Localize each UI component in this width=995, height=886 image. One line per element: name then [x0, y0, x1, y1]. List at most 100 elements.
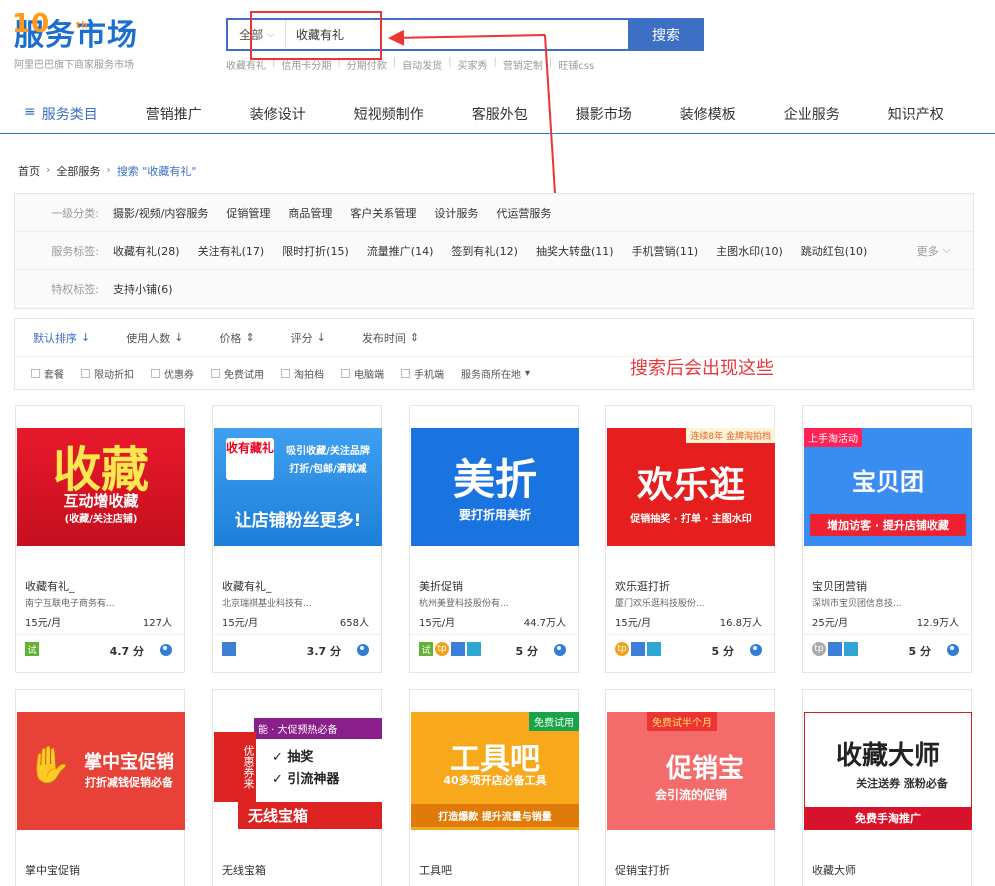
nav-item[interactable]: 客服外包: [472, 104, 528, 124]
service-card[interactable]: 收有藏礼 吸引收藏/关注品牌 打折/包邮/满就减 让店铺粉丝更多! 收藏有礼_ 北京瑞祺基…: [212, 405, 382, 673]
service-title[interactable]: 收藏大师: [812, 862, 856, 878]
service-banner-image[interactable]: 免费试半个月 促销宝 会引流的促销: [607, 712, 775, 830]
service-card[interactable]: 连续8年 金牌淘拍档 欢乐逛 促销抽奖 · 打单 · 主图水印 欢乐逛打折 厦门欢乐逛科…: [605, 405, 775, 673]
nav-item[interactable]: 企业服务: [784, 104, 840, 124]
service-banner-image[interactable]: 美折 要打折用美折: [411, 428, 579, 546]
filter-option[interactable]: 摄影/视频/内容服务: [113, 205, 208, 221]
sort-option[interactable]: 默认排序 ↓: [33, 330, 90, 346]
service-title[interactable]: 宝贝团营销: [812, 578, 867, 594]
filter-label: 服务标签:: [51, 244, 99, 258]
service-title[interactable]: 收藏有礼_: [25, 578, 75, 594]
hot-word-link[interactable]: 买家秀: [458, 57, 488, 72]
filter-option[interactable]: 流量推广(14): [367, 243, 434, 259]
checkbox-box[interactable]: [401, 369, 410, 378]
filter-option[interactable]: 商品管理: [288, 205, 332, 221]
rating-score: 4.7 分: [109, 645, 144, 658]
filter-checkbox[interactable]: 优惠券: [151, 366, 194, 381]
filter-option[interactable]: 抽奖大转盘(11): [536, 243, 614, 259]
filter-checkbox[interactable]: 手机端: [401, 366, 444, 381]
breadcrumb-home[interactable]: 首页: [18, 163, 40, 179]
sort-option[interactable]: 发布时间 ⇕: [362, 330, 419, 346]
contact-icon[interactable]: [750, 644, 762, 656]
checkbox-box[interactable]: [151, 369, 160, 378]
sort-option[interactable]: 价格 ⇕: [219, 330, 254, 346]
filter-option[interactable]: 代运营服务: [496, 205, 551, 221]
more-tags-button[interactable]: 更多 ⌵: [917, 243, 951, 259]
service-banner-image[interactable]: 能 · 大促预热必备 优惠券来 ✓ 抽奖 ✓ 引流神器 无线宝箱: [214, 712, 382, 830]
nav-item[interactable]: 装修模板: [680, 104, 736, 124]
service-price: 15元/月: [25, 618, 62, 629]
hot-word-link[interactable]: 自动发货: [402, 57, 442, 72]
service-banner-image[interactable]: 连续8年 金牌淘拍档 欢乐逛 促销抽奖 · 打单 · 主图水印: [607, 428, 775, 546]
filter-option[interactable]: 签到有礼(12): [451, 243, 518, 259]
nav-item[interactable]: 营销推广: [146, 104, 202, 124]
filter-option[interactable]: 手机营销(11): [632, 243, 699, 259]
contact-icon[interactable]: [554, 644, 566, 656]
service-card[interactable]: ✋ 掌中宝促销 打折减钱促销必备掌中宝促销: [15, 689, 185, 886]
service-card[interactable]: 能 · 大促预热必备 优惠券来 ✓ 抽奖 ✓ 引流神器 无线宝箱无线宝箱: [212, 689, 382, 886]
hot-word-link[interactable]: 营销定制: [503, 57, 543, 72]
nav-item[interactable]: 知识产权: [888, 104, 944, 124]
breadcrumb-all-services[interactable]: 全部服务: [56, 163, 100, 179]
location-select[interactable]: 服务商所在地 ▾: [461, 366, 530, 381]
sort-option[interactable]: 使用人数 ↓: [126, 330, 183, 346]
checkbox-box[interactable]: [211, 369, 220, 378]
search-button[interactable]: 搜索: [628, 18, 704, 51]
nav-item[interactable]: 短视频制作: [354, 104, 424, 124]
service-banner-image[interactable]: ✋ 掌中宝促销 打折减钱促销必备: [17, 712, 185, 830]
mobile-icon: [647, 642, 661, 656]
service-title[interactable]: 促销宝打折: [615, 862, 670, 878]
contact-icon[interactable]: [357, 644, 369, 656]
checkbox-box[interactable]: [31, 369, 40, 378]
service-card[interactable]: 免费试用 工具吧 40多项开店必备工具 打造爆款 提升流量与销量工具吧: [409, 689, 579, 886]
banner-line: 增加访客 · 提升店铺收藏: [810, 514, 966, 536]
filter-option[interactable]: 跳动红包(10): [801, 243, 868, 259]
contact-icon[interactable]: [947, 644, 959, 656]
banner-tag: 能 · 大促预热必备: [254, 718, 382, 739]
filter-option[interactable]: 客户关系管理: [350, 205, 416, 221]
filter-option[interactable]: 限时打折(15): [282, 243, 349, 259]
service-card[interactable]: 收藏大师 关注送券 涨粉必备 免费手淘推广收藏大师: [802, 689, 972, 886]
service-title[interactable]: 工具吧: [419, 862, 452, 878]
hot-word-link[interactable]: 旺铺css: [558, 57, 594, 72]
filter-option[interactable]: 关注有礼(17): [198, 243, 265, 259]
service-title[interactable]: 美折促销: [419, 578, 463, 594]
nav-item-service-categories[interactable]: ≡ 服务类目: [24, 104, 98, 124]
filter-option[interactable]: 主图水印(10): [716, 243, 783, 259]
site-logo[interactable]: 10 th 服务市场 阿里巴巴旗下商家服务市场: [12, 9, 144, 71]
service-banner-image[interactable]: 收藏 互动增收藏 (收藏/关注店铺): [17, 428, 185, 546]
sort-row: 默认排序 ↓ 使用人数 ↓ 价格 ⇕ 评分 ↓ 发布时间 ⇕: [15, 319, 973, 357]
service-title[interactable]: 欢乐逛打折: [615, 578, 670, 594]
contact-icon[interactable]: [160, 644, 172, 656]
provider-name: 北京瑞祺基业科技有...: [222, 599, 312, 609]
filter-option[interactable]: 设计服务: [434, 205, 478, 221]
checkbox-box[interactable]: [341, 369, 350, 378]
filter-option[interactable]: 支持小铺(6): [113, 281, 173, 297]
service-banner-image[interactable]: 收有藏礼 吸引收藏/关注品牌 打折/包邮/满就减 让店铺粉丝更多!: [214, 428, 382, 546]
service-card[interactable]: 上手淘活动 宝贝团 增加访客 · 提升店铺收藏 宝贝团营销 深圳市宝贝团信息技... 25…: [802, 405, 972, 673]
service-card[interactable]: 免费试半个月 促销宝 会引流的促销促销宝打折: [605, 689, 775, 886]
service-price: 25元/月: [812, 618, 849, 629]
service-card[interactable]: 美折 要打折用美折 美折促销 杭州美登科技股份有... 15元/月 44.7万人试 tp 5 …: [409, 405, 579, 673]
filter-option[interactable]: 收藏有礼(28): [113, 243, 180, 259]
service-banner-image[interactable]: 免费试用 工具吧 40多项开店必备工具 打造爆款 提升流量与销量: [411, 712, 579, 830]
service-card[interactable]: 收藏 互动增收藏 (收藏/关注店铺) 收藏有礼_ 南宁互联电子商务有... 15元/月 12…: [15, 405, 185, 673]
filter-checkbox[interactable]: 免费试用: [211, 366, 264, 381]
service-banner-image[interactable]: 收藏大师 关注送券 涨粉必备 免费手淘推广: [804, 712, 972, 830]
filter-checkbox[interactable]: 电脑端: [341, 366, 384, 381]
filter-checkbox[interactable]: 淘拍档: [281, 366, 324, 381]
nav-item[interactable]: 装修设计: [250, 104, 306, 124]
nav-item[interactable]: 摄影市场: [576, 104, 632, 124]
sort-option[interactable]: 评分 ↓: [291, 330, 326, 346]
filter-checkbox[interactable]: 限动折扣: [81, 366, 134, 381]
filter-option[interactable]: 促销管理: [226, 205, 270, 221]
banner-line: 打折减钱促销必备: [85, 776, 173, 789]
checkbox-box[interactable]: [281, 369, 290, 378]
service-title[interactable]: 掌中宝促销: [25, 862, 80, 878]
checkbox-box[interactable]: [81, 369, 90, 378]
anniversary-mark: 10: [12, 9, 51, 39]
service-title[interactable]: 收藏有礼_: [222, 578, 272, 594]
filter-checkbox[interactable]: 套餐: [31, 366, 64, 381]
service-banner-image[interactable]: 上手淘活动 宝贝团 增加访客 · 提升店铺收藏: [804, 428, 972, 546]
service-title[interactable]: 无线宝箱: [222, 862, 266, 878]
